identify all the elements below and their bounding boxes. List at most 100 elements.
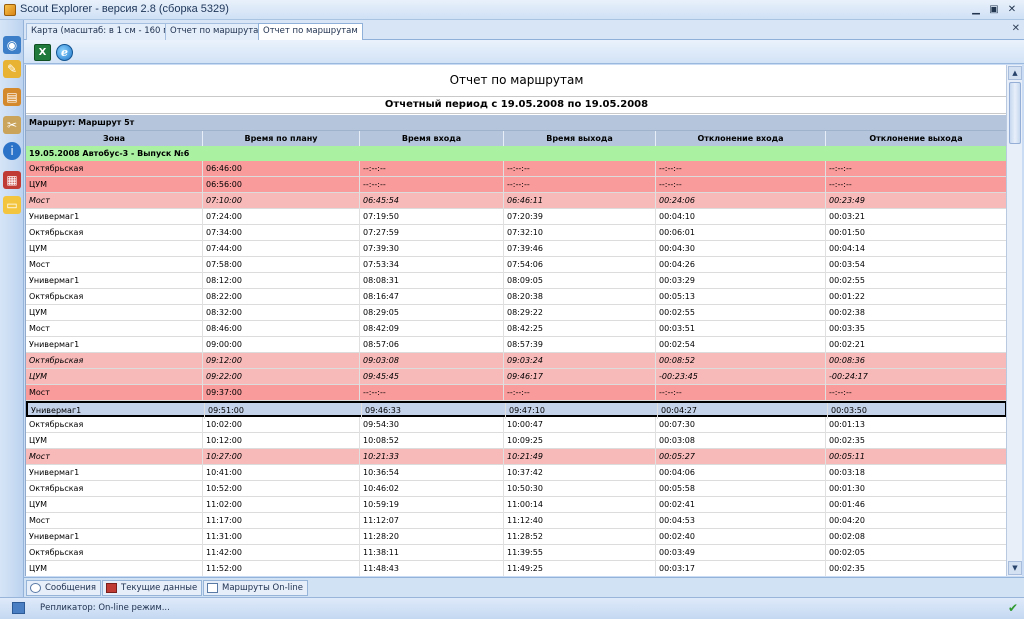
cell-out: 08:29:22 xyxy=(504,305,656,321)
table-row[interactable]: Октябрьская 08:22:00 08:16:47 08:20:38 00:05… xyxy=(26,289,1006,305)
tracking-icon[interactable]: ◉ xyxy=(3,36,21,54)
cell-plan: 07:44:00 xyxy=(203,241,360,257)
table-row[interactable]: Октябрьская 06:46:00 --:--:-- --:--:-- --:--… xyxy=(26,161,1006,177)
table-row[interactable]: ЦУМ 11:52:00 11:48:43 11:49:25 00:03:17 00:02… xyxy=(26,561,1006,576)
export-excel-icon[interactable]: X xyxy=(34,44,51,61)
cell-plan: 11:31:00 xyxy=(203,529,360,545)
cell-out: 07:54:06 xyxy=(504,257,656,273)
cell-in: 10:08:52 xyxy=(360,433,504,449)
cell-dev-out: 00:01:50 xyxy=(826,225,1006,241)
scroll-thumb[interactable] xyxy=(1009,82,1021,144)
table-row[interactable]: ЦУМ 08:32:00 08:29:05 08:29:22 00:02:55 00:02… xyxy=(26,305,1006,321)
vehicles-icon[interactable]: ▤ xyxy=(3,88,21,106)
cell-plan: 08:12:00 xyxy=(203,273,360,289)
window-title: Scout Explorer - версия 2.8 (сборка 5329… xyxy=(20,3,229,15)
table-header: Зона Время по плану Время входа Время вы… xyxy=(26,130,1006,147)
status-text: Репликатор: On-line режим... xyxy=(40,603,170,613)
cell-plan: 08:22:00 xyxy=(203,289,360,305)
cell-zone: ЦУМ xyxy=(26,497,203,513)
cell-dev-out: 00:01:46 xyxy=(826,497,1006,513)
cell-in: 07:27:59 xyxy=(360,225,504,241)
cell-zone: Мост xyxy=(26,513,203,529)
report-view: Отчет по маршрутам Отчетный период с 19.… xyxy=(25,65,1006,576)
divider xyxy=(26,96,1006,97)
cell-zone: Универмаг1 xyxy=(26,337,203,353)
close-tab-icon[interactable]: ✕ xyxy=(1012,23,1020,34)
tab-messages[interactable]: Сообщения xyxy=(26,580,102,596)
table-row[interactable]: Универмаг1 09:51:00 09:46:33 09:47:10 00:04:… xyxy=(26,401,1006,419)
cell-in: 07:39:30 xyxy=(360,241,504,257)
divider xyxy=(26,113,1006,114)
tab-routes-online-label: Маршруты On-line xyxy=(222,583,303,593)
cell-dev-in: 00:08:52 xyxy=(656,353,826,369)
table-row[interactable]: Октябрьская 11:42:00 11:38:11 11:39:55 00:03… xyxy=(26,545,1006,561)
info-icon[interactable]: i xyxy=(3,142,21,160)
table-row[interactable]: Универмаг1 11:31:00 11:28:20 11:28:52 00:02:… xyxy=(26,529,1006,545)
cell-plan: 11:02:00 xyxy=(203,497,360,513)
cell-out: 08:09:05 xyxy=(504,273,656,289)
table-row[interactable]: Универмаг1 07:24:00 07:19:50 07:20:39 00:04:… xyxy=(26,209,1006,225)
cell-out: 11:49:25 xyxy=(504,561,656,576)
scroll-down-icon[interactable]: ▼ xyxy=(1008,561,1022,575)
table-row[interactable]: Октябрьская 10:02:00 09:54:30 10:00:47 00:07… xyxy=(26,417,1006,433)
table-row[interactable]: ЦУМ 07:44:00 07:39:30 07:39:46 00:04:30 00:04… xyxy=(26,241,1006,257)
table-row[interactable]: Универмаг1 08:12:00 08:08:31 08:09:05 00:03:… xyxy=(26,273,1006,289)
table-row[interactable]: Мост 08:46:00 08:42:09 08:42:25 00:03:51 00:0… xyxy=(26,321,1006,337)
close-icon[interactable]: ✕ xyxy=(1004,2,1020,17)
table-row[interactable]: ЦУМ 10:12:00 10:08:52 10:09:25 00:03:08 00:02… xyxy=(26,433,1006,449)
table-row[interactable]: Универмаг1 10:41:00 10:36:54 10:37:42 00:04:… xyxy=(26,465,1006,481)
cell-zone: Октябрьская xyxy=(26,545,203,561)
tools-icon[interactable]: ✂ xyxy=(3,116,21,134)
title-bar: Scout Explorer - версия 2.8 (сборка 5329… xyxy=(0,0,1024,20)
cell-dev-out: 00:05:11 xyxy=(826,449,1006,465)
cell-dev-out: -00:24:17 xyxy=(826,369,1006,385)
table-row[interactable]: Мост 10:27:00 10:21:33 10:21:49 00:05:27 00:0… xyxy=(26,449,1006,465)
cell-plan: 10:12:00 xyxy=(203,433,360,449)
cell-out: 08:42:25 xyxy=(504,321,656,337)
cell-out: 09:03:24 xyxy=(504,353,656,369)
table-row[interactable]: Мост 07:58:00 07:53:34 07:54:06 00:04:26 00:0… xyxy=(26,257,1006,273)
table-row[interactable]: ЦУМ 06:56:00 --:--:-- --:--:-- --:--:-- --:--… xyxy=(26,177,1006,193)
cell-in: 06:45:54 xyxy=(360,193,504,209)
calendar-icon[interactable]: ▦ xyxy=(3,171,21,189)
cell-dev-out: 00:08:36 xyxy=(826,353,1006,369)
cell-plan: 11:17:00 xyxy=(203,513,360,529)
export-browser-icon[interactable]: e xyxy=(56,44,73,61)
calendar-icon xyxy=(106,583,117,593)
cell-dev-in: 00:24:06 xyxy=(656,193,826,209)
minimize-icon[interactable]: ▁ xyxy=(968,2,984,17)
table-row[interactable]: Универмаг1 09:00:00 08:57:06 08:57:39 00:02:… xyxy=(26,337,1006,353)
table-row[interactable]: Октябрьская 10:52:00 10:46:02 10:50:30 00:05… xyxy=(26,481,1006,497)
table-row[interactable]: ЦУМ 11:02:00 10:59:19 11:00:14 00:02:41 00:01… xyxy=(26,497,1006,513)
tab-route-report-1[interactable]: Отчет по маршрутам xyxy=(165,23,270,40)
cell-in: --:--:-- xyxy=(360,385,504,401)
table-row[interactable]: Октябрьская 07:34:00 07:27:59 07:32:10 00:06… xyxy=(26,225,1006,241)
tab-map[interactable]: Карта (масштаб: в 1 см - 160 м) xyxy=(26,23,178,40)
table-row[interactable]: ЦУМ 09:22:00 09:45:45 09:46:17 -00:23:45 -00:… xyxy=(26,369,1006,385)
table-row[interactable]: Мост 09:37:00 --:--:-- --:--:-- --:--:-- --:-… xyxy=(26,385,1006,401)
cell-out: 10:50:30 xyxy=(504,481,656,497)
cell-zone: Октябрьская xyxy=(26,417,203,433)
table-row[interactable]: Мост 11:17:00 11:12:07 11:12:40 00:04:53 00:0… xyxy=(26,513,1006,529)
table-row[interactable]: Октябрьская 09:12:00 09:03:08 09:03:24 00:08… xyxy=(26,353,1006,369)
maximize-icon[interactable]: ▣ xyxy=(986,2,1002,17)
edit-icon[interactable]: ✎ xyxy=(3,60,21,78)
cell-dev-out: 00:23:49 xyxy=(826,193,1006,209)
cell-in: 11:38:11 xyxy=(360,545,504,561)
table-row[interactable]: Мост 07:10:00 06:45:54 06:46:11 00:24:06 00:2… xyxy=(26,193,1006,209)
bottom-tabs: Сообщения Текущие данные Маршруты On-lin… xyxy=(24,577,1024,597)
cell-plan: 08:32:00 xyxy=(203,305,360,321)
cell-out: --:--:-- xyxy=(504,385,656,401)
cell-out: 11:12:40 xyxy=(504,513,656,529)
cell-zone: Мост xyxy=(26,257,203,273)
tab-current-data[interactable]: Текущие данные xyxy=(102,580,203,596)
tab-routes-online[interactable]: Маршруты On-line xyxy=(203,580,308,596)
cell-dev-out: 00:02:08 xyxy=(826,529,1006,545)
cell-in: 08:42:09 xyxy=(360,321,504,337)
cell-plan: 10:41:00 xyxy=(203,465,360,481)
scroll-up-icon[interactable]: ▲ xyxy=(1008,66,1022,80)
messages-icon[interactable]: ▭ xyxy=(3,196,21,214)
tab-route-report-2[interactable]: Отчет по маршрутам xyxy=(258,23,363,40)
vertical-scrollbar[interactable]: ▲ ▼ xyxy=(1006,65,1022,576)
cell-plan: 09:22:00 xyxy=(203,369,360,385)
